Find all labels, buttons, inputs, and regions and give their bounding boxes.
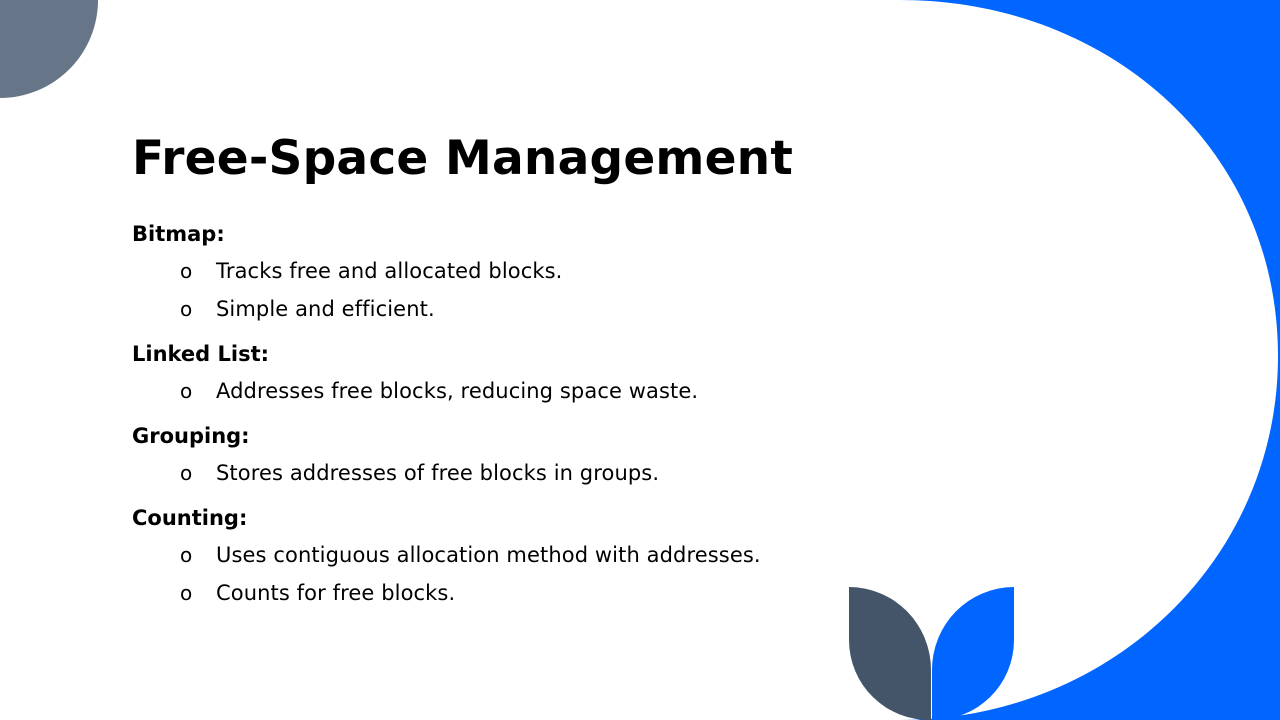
bullet-text: Counts for free blocks. [216, 581, 456, 605]
section-heading: Counting: [132, 506, 248, 530]
section-heading: Bitmap: [132, 222, 225, 246]
bullet-marker: o [180, 379, 193, 403]
bullet-text: Stores addresses of free blocks in group… [216, 461, 660, 485]
bullet-list: o Uses contiguous allocation method with… [132, 536, 892, 612]
slide: Free-Space Management Bitmap: o Tracks f… [0, 0, 1280, 720]
bullet-text: Tracks free and allocated blocks. [216, 259, 563, 283]
bullet-list: o Stores addresses of free blocks in gro… [132, 454, 892, 492]
bullet-text: Uses contiguous allocation method with a… [216, 543, 761, 567]
list-item: o Tracks free and allocated blocks. [180, 252, 892, 290]
bullet-list: o Tracks free and allocated blocks. o Si… [132, 252, 892, 328]
list-item: o Simple and efficient. [180, 290, 892, 328]
bullet-list: o Addresses free blocks, reducing space … [132, 372, 892, 410]
bullet-marker: o [180, 581, 193, 605]
blue-leaf-shape [932, 587, 1014, 720]
section-linked-list: Linked List: o Addresses free blocks, re… [132, 340, 892, 410]
bullet-marker: o [180, 461, 193, 485]
bullet-marker: o [180, 259, 193, 283]
bullet-text: Addresses free blocks, reducing space wa… [216, 379, 699, 403]
list-item: o Counts for free blocks. [180, 574, 892, 612]
corner-quarter-circle [0, 0, 98, 98]
slide-title: Free-Space Management [132, 131, 794, 186]
section-heading: Linked List: [132, 342, 270, 366]
bullet-text: Simple and efficient. [216, 297, 435, 321]
bullet-marker: o [180, 543, 193, 567]
list-item: o Stores addresses of free blocks in gro… [180, 454, 892, 492]
section-heading: Grouping: [132, 424, 250, 448]
list-item: o Uses contiguous allocation method with… [180, 536, 892, 574]
list-item: o Addresses free blocks, reducing space … [180, 372, 892, 410]
slide-content: Free-Space Management Bitmap: o Tracks f… [132, 128, 892, 612]
sections: Bitmap: o Tracks free and allocated bloc… [132, 220, 892, 612]
bullet-marker: o [180, 297, 193, 321]
section-counting: Counting: o Uses contiguous allocation m… [132, 504, 892, 612]
section-bitmap: Bitmap: o Tracks free and allocated bloc… [132, 220, 892, 328]
section-grouping: Grouping: o Stores addresses of free blo… [132, 422, 892, 492]
